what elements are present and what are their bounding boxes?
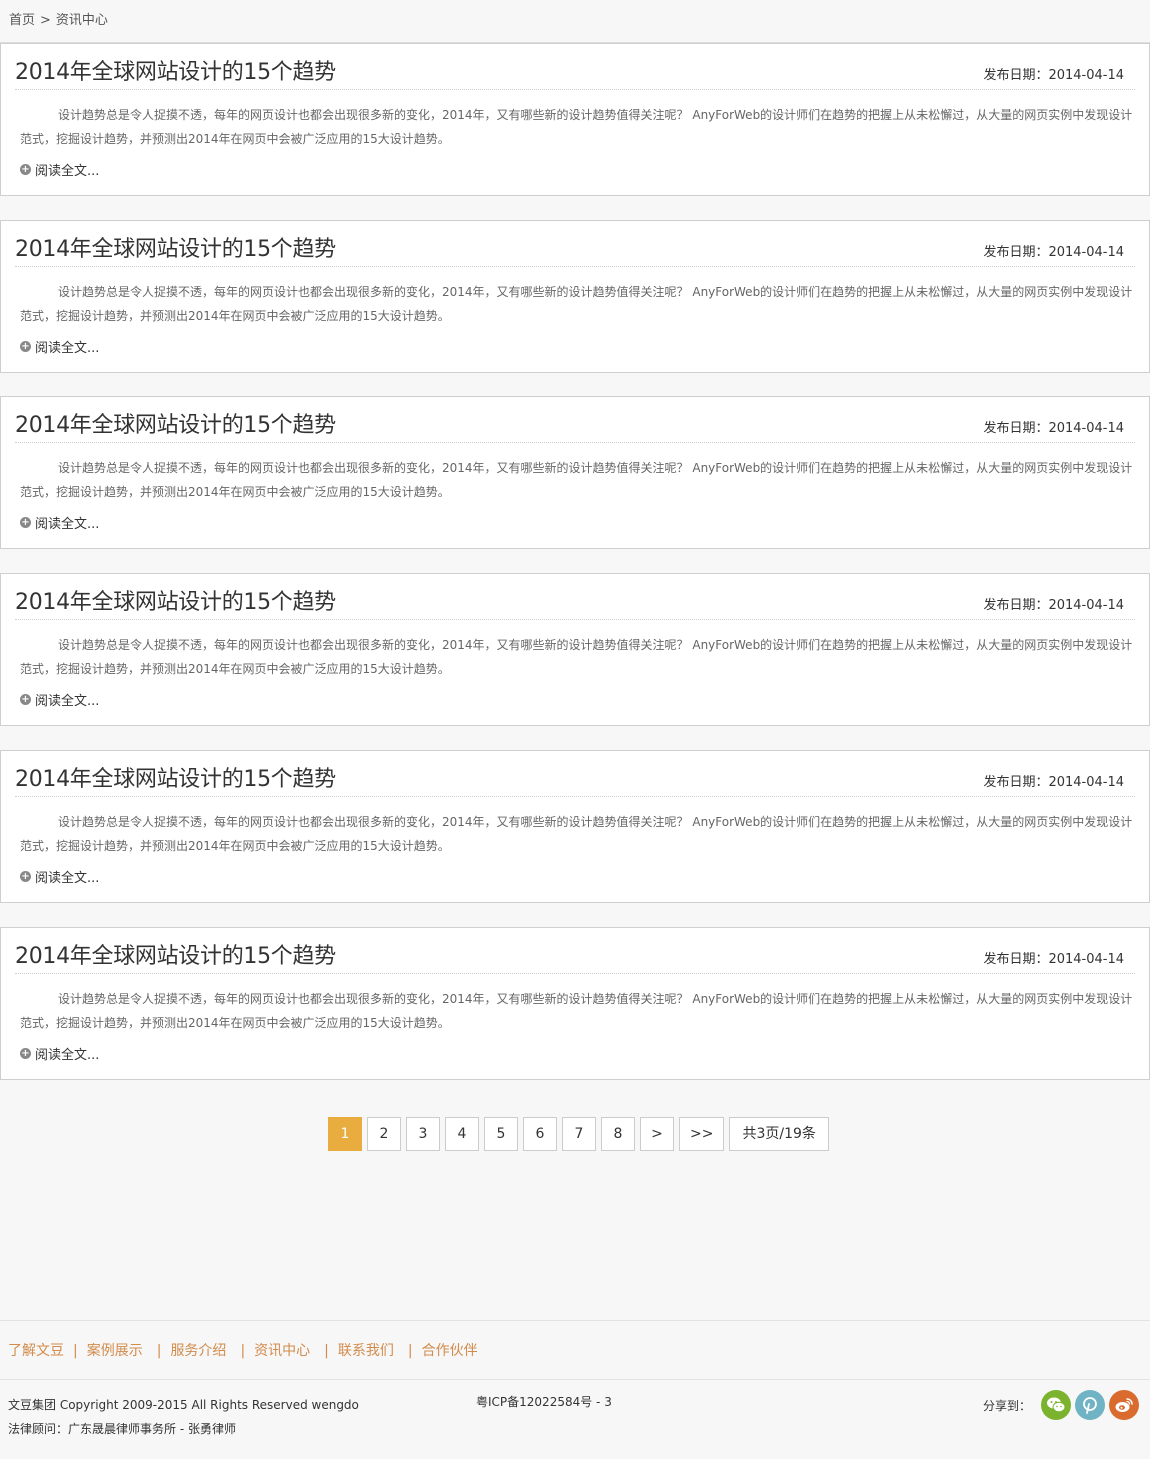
- article-summary: 设计趋势总是令人捉摸不透，每年的网页设计也都会出现很多新的变化，2014年，又有…: [20, 638, 1133, 676]
- article-summary: 设计趋势总是令人捉摸不透，每年的网页设计也都会出现很多新的变化，2014年，又有…: [20, 992, 1133, 1030]
- plus-circle-icon: +: [20, 871, 31, 882]
- footer-link-news[interactable]: 资讯中心: [254, 1343, 310, 1359]
- article-date: 发布日期：2014-04-14: [983, 952, 1124, 967]
- article-card: 2014年全球网站设计的15个趋势 发布日期：2014-04-14 设计趋势总是…: [0, 220, 1150, 373]
- read-more-link[interactable]: + 阅读全文...: [20, 337, 99, 356]
- footer-link-contact[interactable]: 联系我们: [338, 1343, 394, 1359]
- article-header: 2014年全球网站设计的15个趋势 发布日期：2014-04-14: [15, 397, 1135, 443]
- breadcrumb-separator: >: [40, 13, 51, 28]
- footer-divider: |: [240, 1343, 246, 1359]
- footer-divider: |: [156, 1343, 162, 1359]
- article-card: 2014年全球网站设计的15个趋势 发布日期：2014-04-14 设计趋势总是…: [0, 927, 1150, 1080]
- weibo-icon[interactable]: [1109, 1390, 1139, 1420]
- page-button-3[interactable]: 3: [406, 1117, 440, 1151]
- article-summary: 设计趋势总是令人捉摸不透，每年的网页设计也都会出现很多新的变化，2014年，又有…: [20, 285, 1133, 323]
- plus-circle-icon: +: [20, 1048, 31, 1059]
- article-date: 发布日期：2014-04-14: [983, 775, 1124, 790]
- breadcrumb-current[interactable]: 资讯中心: [56, 13, 108, 28]
- read-more-link[interactable]: + 阅读全文...: [20, 513, 99, 532]
- article-header: 2014年全球网站设计的15个趋势 发布日期：2014-04-14: [15, 928, 1135, 974]
- share-bar: 分享到：: [983, 1390, 1139, 1420]
- article-title[interactable]: 2014年全球网站设计的15个趋势: [15, 231, 336, 263]
- last-page-button[interactable]: >>: [679, 1117, 725, 1151]
- read-more-link[interactable]: + 阅读全文...: [20, 867, 99, 886]
- plus-circle-icon: +: [20, 694, 31, 705]
- read-more-link[interactable]: + 阅读全文...: [20, 1044, 99, 1063]
- page-button-7[interactable]: 7: [562, 1117, 596, 1151]
- page-button-2[interactable]: 2: [367, 1117, 401, 1151]
- article-title[interactable]: 2014年全球网站设计的15个趋势: [15, 407, 336, 439]
- article-title[interactable]: 2014年全球网站设计的15个趋势: [15, 938, 336, 970]
- read-more-link[interactable]: + 阅读全文...: [20, 160, 99, 179]
- plus-circle-icon: +: [20, 517, 31, 528]
- copyright-text: 文豆集团 Copyright 2009-2015 All Rights Rese…: [8, 1398, 359, 1412]
- page-button-1[interactable]: 1: [328, 1117, 362, 1151]
- breadcrumb-home-link[interactable]: 首页: [9, 13, 35, 28]
- article-date: 发布日期：2014-04-14: [983, 421, 1124, 436]
- icp-text: 粤ICP备12022584号 - 3: [476, 1395, 612, 1409]
- page-total-info: 共3页/19条: [729, 1117, 829, 1151]
- footer-divider: |: [324, 1343, 329, 1359]
- read-more-label: 阅读全文...: [35, 517, 100, 532]
- legal-advisor-text: 法律顾问：广东晟晨律师事务所 - 张勇律师: [8, 1422, 236, 1436]
- article-title[interactable]: 2014年全球网站设计的15个趋势: [15, 584, 336, 616]
- page-button-6[interactable]: 6: [523, 1117, 557, 1151]
- article-card: 2014年全球网站设计的15个趋势 发布日期：2014-04-14 设计趋势总是…: [0, 750, 1150, 903]
- footer-link-about[interactable]: 了解文豆: [8, 1343, 64, 1359]
- article-summary: 设计趋势总是令人捉摸不透，每年的网页设计也都会出现很多新的变化，2014年，又有…: [20, 461, 1133, 499]
- article-date: 发布日期：2014-04-14: [983, 68, 1124, 83]
- article-header: 2014年全球网站设计的15个趋势 发布日期：2014-04-14: [15, 574, 1135, 620]
- read-more-link[interactable]: + 阅读全文...: [20, 690, 99, 709]
- next-page-button[interactable]: >: [640, 1117, 674, 1151]
- wechat-icon[interactable]: [1041, 1390, 1071, 1420]
- plus-circle-icon: +: [20, 341, 31, 352]
- share-label: 分享到：: [982, 1398, 1031, 1413]
- article-date: 发布日期：2014-04-14: [983, 598, 1124, 613]
- plus-circle-icon: +: [20, 164, 31, 175]
- pinterest-icon[interactable]: [1075, 1390, 1105, 1420]
- article-card: 2014年全球网站设计的15个趋势 发布日期：2014-04-14 设计趋势总是…: [0, 43, 1150, 196]
- article-header: 2014年全球网站设计的15个趋势 发布日期：2014-04-14: [15, 221, 1135, 267]
- read-more-label: 阅读全文...: [35, 1048, 100, 1063]
- pagination: 1 2 3 4 5 6 7 8 > >> 共3页/19条: [328, 1117, 829, 1151]
- footer-link-partners[interactable]: 合作伙伴: [422, 1343, 478, 1359]
- breadcrumb: 首页 > 资讯中心: [0, 0, 1150, 43]
- article-title[interactable]: 2014年全球网站设计的15个趋势: [15, 761, 336, 793]
- article-header: 2014年全球网站设计的15个趋势 发布日期：2014-04-14: [15, 44, 1135, 90]
- read-more-label: 阅读全文...: [35, 341, 100, 356]
- read-more-label: 阅读全文...: [35, 164, 100, 179]
- page-button-8[interactable]: 8: [601, 1117, 635, 1151]
- article-date: 发布日期：2014-04-14: [983, 245, 1124, 260]
- footer-divider: |: [73, 1343, 78, 1359]
- footer-divider: |: [407, 1343, 413, 1359]
- footer-nav: 了解文豆 | 案例展示 | 服务介绍 | 资讯中心 | 联系我们 | 合作伙伴: [0, 1320, 1150, 1380]
- article-header: 2014年全球网站设计的15个趋势 发布日期：2014-04-14: [15, 751, 1135, 797]
- article-summary: 设计趋势总是令人捉摸不透，每年的网页设计也都会出现很多新的变化，2014年，又有…: [20, 815, 1133, 853]
- article-card: 2014年全球网站设计的15个趋势 发布日期：2014-04-14 设计趋势总是…: [0, 396, 1150, 549]
- read-more-label: 阅读全文...: [35, 694, 100, 709]
- footer-link-services[interactable]: 服务介绍: [170, 1343, 226, 1359]
- article-title[interactable]: 2014年全球网站设计的15个趋势: [15, 54, 336, 86]
- footer-info: 文豆集团 Copyright 2009-2015 All Rights Rese…: [8, 1393, 359, 1441]
- article-card: 2014年全球网站设计的15个趋势 发布日期：2014-04-14 设计趋势总是…: [0, 573, 1150, 726]
- page-button-4[interactable]: 4: [445, 1117, 479, 1151]
- article-summary: 设计趋势总是令人捉摸不透，每年的网页设计也都会出现很多新的变化，2014年，又有…: [20, 108, 1133, 146]
- read-more-label: 阅读全文...: [35, 871, 100, 886]
- footer-link-cases[interactable]: 案例展示: [87, 1343, 143, 1359]
- page-button-5[interactable]: 5: [484, 1117, 518, 1151]
